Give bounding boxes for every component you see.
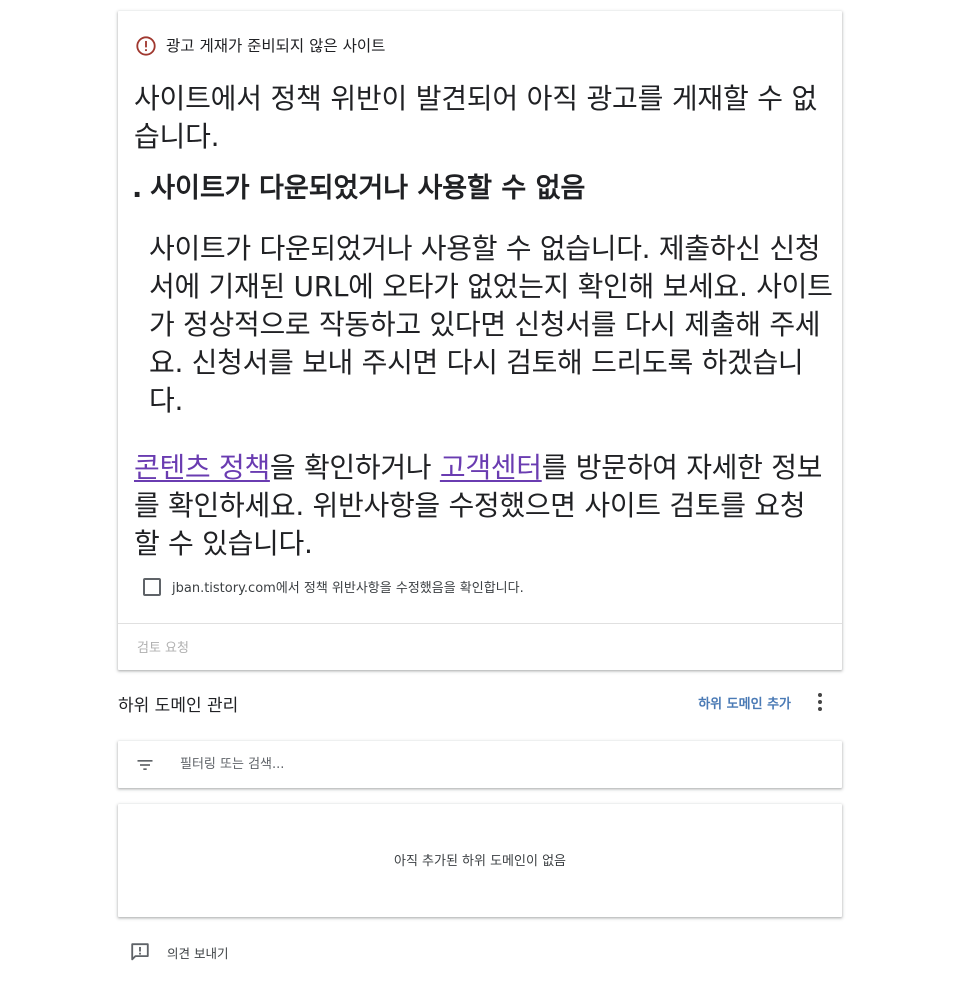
issue-title: . 사이트가 다운되었거나 사용할 수 없음 [132,171,832,207]
subdomain-list-empty: 아직 추가된 하위 도메인이 없음 [118,804,842,917]
help-center-link[interactable]: 고객센터 [440,451,542,484]
status-header: 광고 게재가 준비되지 않은 사이트 [135,35,385,57]
more-vert-icon[interactable] [808,689,832,715]
confirm-fixed-label[interactable]: jban.tistory.com에서 정책 위반사항을 수정했음을 확인합니다. [172,577,524,596]
card-divider [118,623,842,624]
issue-bullet: . [132,173,143,204]
add-subdomain-button[interactable]: 하위 도메인 추가 [698,693,791,712]
confirm-fixed-row[interactable]: jban.tistory.com에서 정책 위반사항을 수정했음을 확인합니다. [143,577,524,596]
filter-search-input[interactable] [180,751,820,777]
policy-violation-headline: 사이트에서 정책 위반이 발견되어 아직 광고를 게재할 수 없습니다. [134,82,818,153]
subdomain-header: 하위 도메인 관리 하위 도메인 추가 [118,689,842,716]
error-outline-icon [136,36,156,56]
filter-icon[interactable] [135,755,155,775]
policy-info-text: 콘텐츠 정책을 확인하거나 고객센터를 방문하여 자세한 정보를 확인하세요. … [134,449,824,563]
confirm-fixed-checkbox[interactable] [143,577,161,596]
site-status-card: 광고 게재가 준비되지 않은 사이트 사이트에서 정책 위반이 발견되어 아직 … [118,11,842,670]
subdomain-title: 하위 도메인 관리 [118,696,239,716]
feedback-label: 의견 보내기 [167,945,229,961]
filter-bar [118,741,842,788]
feedback-icon [131,943,149,961]
status-label: 광고 게재가 준비되지 않은 사이트 [166,37,386,55]
empty-state-message: 아직 추가된 하위 도메인이 없음 [393,854,566,869]
issue-description: 사이트가 다운되었거나 사용할 수 없습니다. 제출하신 신청서에 기재된 UR… [149,232,833,417]
issue-title-text: 사이트가 다운되었거나 사용할 수 없음 [150,173,586,204]
content-policy-link[interactable]: 콘텐츠 정책 [134,451,270,484]
send-feedback-button[interactable]: 의견 보내기 [129,941,228,963]
request-review-button[interactable]: 검토 요청 [137,637,189,656]
info-text-part1: 을 확인하거나 [269,451,440,484]
